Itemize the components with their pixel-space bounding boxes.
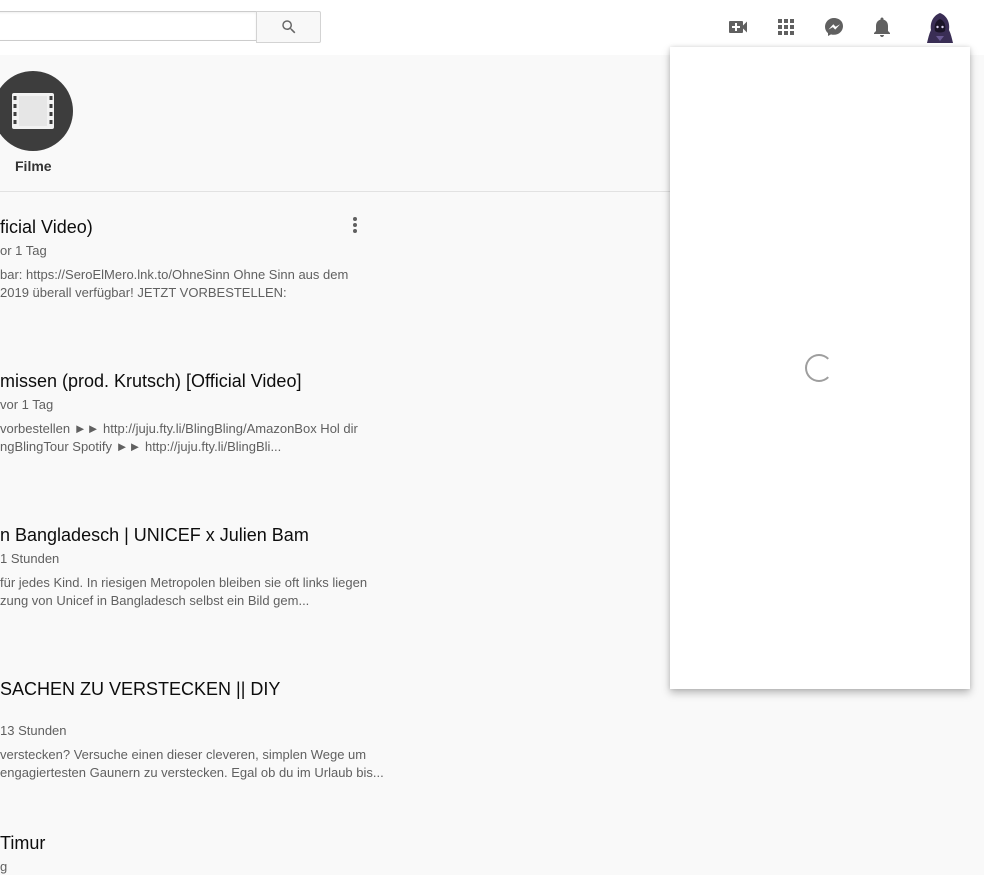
video-meta: 1 Stunden — [0, 551, 60, 566]
video-description-line: ngBlingTour Spotify ►► http://juju.fty.l… — [0, 439, 282, 454]
video-description-line: bar: https://SeroElMero.lnk.to/OhneSinn … — [0, 267, 349, 282]
create-video-icon[interactable] — [726, 15, 750, 39]
messages-icon[interactable] — [822, 15, 846, 39]
apps-icon[interactable] — [774, 15, 798, 39]
category-label: Filme — [15, 158, 52, 174]
video-description: vorbestellen ►► http://juju.fty.li/Bling… — [0, 420, 400, 456]
video-meta: g — [0, 859, 8, 874]
video-title[interactable]: n Bangladesch | UNICEF x Julien Bam — [0, 523, 400, 547]
video-title[interactable]: ficial Video) — [0, 215, 400, 239]
video-description: bar: https://SeroElMero.lnk.to/OhneSinn … — [0, 266, 400, 302]
video-item[interactable]: Timur g — [0, 831, 400, 874]
video-description-line: verstecken? Versuche einen dieser clever… — [0, 747, 367, 762]
video-description: verstecken? Versuche einen dieser clever… — [0, 746, 400, 782]
video-description-line: 2019 überall verfügbar! JETZT VORBESTELL… — [0, 285, 287, 300]
search-input[interactable] — [0, 11, 256, 41]
search-button[interactable] — [256, 11, 321, 43]
video-meta: vor 1 Tag — [0, 397, 54, 412]
video-description-line: engagiertesten Gaunern zu verstecken. Eg… — [0, 765, 384, 780]
video-title[interactable]: missen (prod. Krutsch) [Official Video] — [0, 369, 400, 393]
category-filme-button[interactable] — [0, 71, 73, 151]
video-item[interactable]: missen (prod. Krutsch) [Official Video] … — [0, 369, 400, 456]
more-actions-icon[interactable] — [346, 215, 364, 237]
divider — [0, 191, 670, 192]
notifications-icon[interactable] — [870, 15, 894, 39]
avatar[interactable] — [925, 12, 955, 44]
video-description: für jedes Kind. In riesigen Metropolen b… — [0, 574, 400, 610]
loading-spinner-icon — [805, 354, 833, 382]
video-description-line: vorbestellen ►► http://juju.fty.li/Bling… — [0, 421, 358, 436]
video-meta: or 1 Tag — [0, 243, 47, 258]
video-description-line: zung von Unicef in Bangladesch selbst ei… — [0, 593, 310, 608]
search-icon — [281, 20, 295, 34]
notifications-dropdown — [670, 47, 970, 689]
video-description-line: für jedes Kind. In riesigen Metropolen b… — [0, 575, 368, 590]
film-icon — [12, 93, 54, 129]
video-title[interactable]: SACHEN ZU VERSTECKEN || DIY — [0, 677, 400, 701]
video-item[interactable]: n Bangladesch | UNICEF x Julien Bam 1 St… — [0, 523, 400, 610]
video-item[interactable]: ficial Video) or 1 Tag bar: https://Sero… — [0, 215, 400, 302]
video-meta: 13 Stunden — [0, 723, 67, 738]
user-avatar-icon — [927, 13, 953, 43]
video-title[interactable]: Timur — [0, 831, 400, 855]
video-item[interactable]: SACHEN ZU VERSTECKEN || DIY 13 Stunden v… — [0, 677, 400, 782]
